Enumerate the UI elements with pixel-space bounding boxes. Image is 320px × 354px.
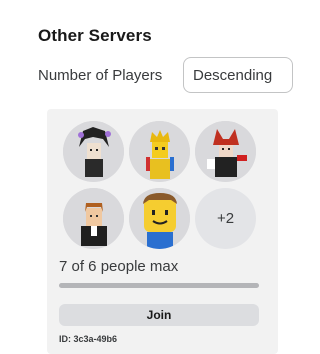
gold-crown-avatar-icon[interactable] <box>129 121 190 182</box>
join-button[interactable]: Join <box>59 304 259 326</box>
classic-noob-avatar-icon[interactable] <box>129 188 190 249</box>
red-horned-avatar-icon[interactable] <box>195 121 256 182</box>
sort-dropdown[interactable]: Descending <box>183 57 293 93</box>
suit-avatar-icon[interactable] <box>63 188 124 249</box>
section-title: Other Servers <box>38 26 152 45</box>
server-id: ID: 3c3a-49b6 <box>59 334 118 344</box>
player-capacity-bar <box>59 283 259 288</box>
dark-hair-avatar-icon[interactable] <box>63 121 124 182</box>
sort-filter-label: Number of Players <box>38 67 163 84</box>
more-players-badge: +2 <box>195 188 256 249</box>
player-count-text: 7 of 6 people max <box>59 258 179 275</box>
player-capacity-fill <box>59 283 259 288</box>
